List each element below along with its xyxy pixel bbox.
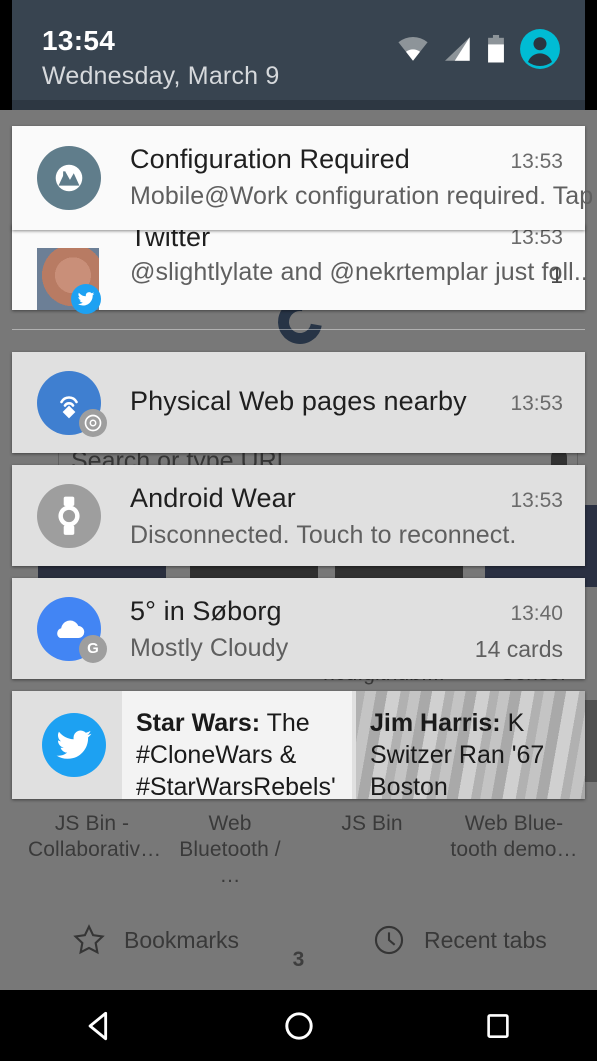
wifi-icon[interactable] (397, 36, 429, 62)
notification-title: Android Wear (130, 483, 296, 513)
google-icon: G (79, 634, 107, 663)
tweet-author: Star Wars: (136, 709, 261, 737)
notification-twitter-timeline[interactable]: Star Wars: The #CloneWars & #StarWarsReb… (12, 691, 585, 799)
back-nav-icon[interactable] (65, 1001, 135, 1051)
watch-icon (37, 483, 101, 548)
date-label: Wednesday, March 9 (42, 62, 280, 90)
cloud-icon: G (37, 596, 107, 663)
notification-time: 13:40 (510, 602, 563, 625)
twitter-icon (42, 713, 106, 777)
home-nav-icon[interactable] (264, 1001, 334, 1051)
tweet-panel[interactable]: Star Wars: The #CloneWars & #StarWarsReb… (122, 691, 352, 799)
notification-count: 1 (550, 262, 563, 288)
shade-divider (12, 329, 585, 330)
android-screen: Search or type URL ncd.github.... Sensor… (0, 0, 597, 1061)
notification-time: 13:53 (510, 392, 563, 415)
battery-icon[interactable] (487, 35, 505, 63)
status-rail-right (585, 0, 597, 110)
signal-icon[interactable] (443, 36, 473, 62)
notification-text: Mostly Cloudy (130, 634, 289, 662)
android-navigation-bar (0, 990, 597, 1061)
notification-android-wear[interactable]: Android Wear Disconnected. Touch to reco… (12, 465, 585, 566)
twitter-avatar-icon (37, 248, 101, 314)
notification-text: Mobile@Work configuration required. Tap … (130, 182, 597, 210)
notification-configuration-required[interactable]: Configuration Required Mobile@Work confi… (12, 126, 597, 230)
notification-title: Configuration Required (130, 144, 410, 174)
notification-physical-web[interactable]: Physical Web pages nearby 13:53 (12, 352, 585, 453)
notification-twitter-follow[interactable]: Twitter @slightlylate and @nekrtemplar j… (12, 222, 588, 314)
clock-time: 13:54 (42, 25, 116, 56)
notification-time: 13:53 (510, 489, 563, 512)
notification-time: 13:53 (510, 150, 563, 173)
header-bottom-strip (12, 100, 585, 110)
notification-title: Physical Web pages nearby (130, 386, 467, 416)
status-icons (397, 28, 561, 70)
twitter-badge-icon (71, 284, 101, 314)
physical-web-beacon-icon (37, 370, 107, 437)
notification-text: Disconnected. Touch to reconnect. (130, 521, 517, 549)
shade-header: 13:54 Wednesday, March 9 (12, 0, 585, 110)
recents-nav-icon[interactable] (463, 1001, 533, 1051)
status-rail-left (0, 0, 12, 110)
chrome-icon (79, 408, 107, 437)
notification-weather[interactable]: G 5° in Søborg Mostly Cloudy 13:40 14 ca… (12, 578, 585, 679)
notification-text: @slightlylate and @nekrtemplar just foll… (130, 258, 588, 286)
tweet-author: Jim Harris: (370, 709, 501, 737)
notification-title: 5° in Søborg (130, 596, 282, 626)
user-avatar-icon[interactable] (519, 28, 561, 70)
notification-subtext: 14 cards (474, 636, 563, 662)
mobileatwork-icon (37, 146, 101, 210)
tweet-panel[interactable]: Jim Harris: K Switzer Ran '67 Boston Mar… (356, 691, 585, 799)
